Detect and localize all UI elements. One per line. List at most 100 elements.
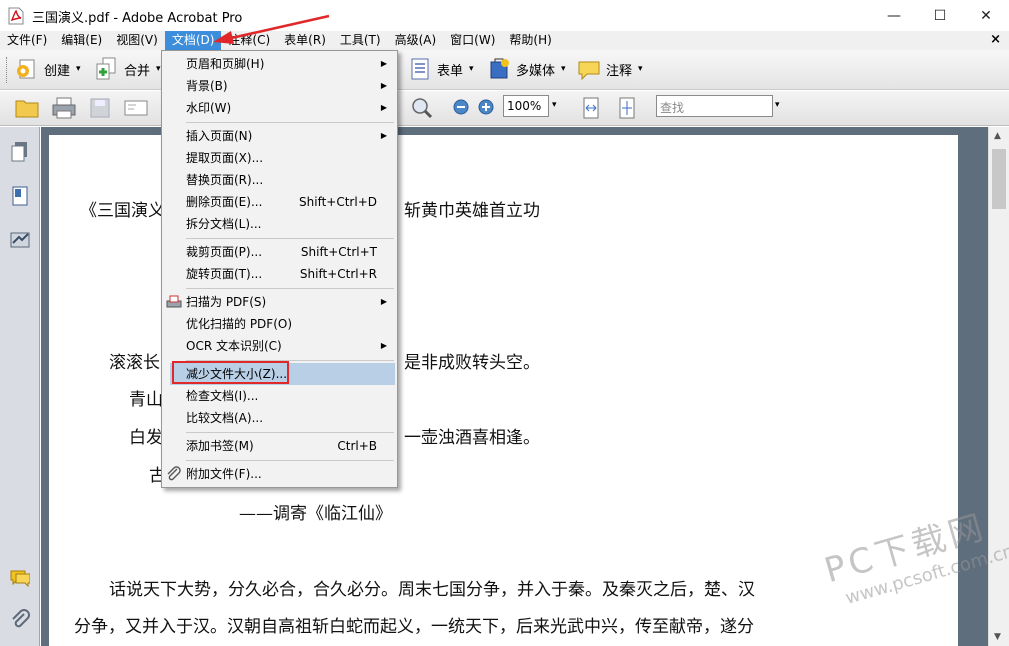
chevron-down-icon: ▾ (638, 64, 643, 74)
multimedia-button[interactable]: 多媒体 ▾ (486, 56, 566, 82)
print-icon[interactable] (51, 96, 77, 120)
chevron-down-icon: ▾ (156, 64, 161, 74)
menu-separator (186, 460, 394, 461)
menu-item-crop-pages[interactable]: 裁剪页面(P)... Shift+Ctrl+T (162, 241, 397, 263)
chevron-down-icon: ▾ (76, 64, 81, 74)
menu-item-insert-pages[interactable]: 插入页面(N) ▶ (162, 125, 397, 147)
save-icon[interactable] (89, 97, 111, 119)
fit-page-icon[interactable] (616, 96, 638, 120)
doc-text-line: 分争，又并入于汉。汉朝自高祖斩白蛇而起义，一统天下，后来光武中兴，传至献帝，遂分 (74, 617, 754, 637)
submenu-arrow-icon: ▶ (380, 59, 387, 68)
menu-item-scan-to-pdf[interactable]: 扫描为 PDF(S) ▶ (162, 291, 397, 313)
menu-separator (186, 432, 394, 433)
create-pdf-icon (17, 59, 35, 79)
menu-item-compare-documents[interactable]: 比较文档(A)... (162, 407, 397, 429)
multimedia-icon (490, 58, 509, 79)
menu-edit[interactable]: 编辑(E) (54, 31, 109, 50)
find-dropdown-icon[interactable]: ▾ (775, 100, 780, 110)
zoom-level-input[interactable]: 100% (503, 95, 549, 117)
menu-separator (186, 122, 394, 123)
doc-text-line: ——调寄《临江仙》 (239, 504, 392, 524)
doc-text-line: 白发 (129, 428, 163, 448)
menu-item-watermark[interactable]: 水印(W) ▶ (162, 97, 397, 119)
paperclip-icon (167, 466, 181, 481)
document-menu-dropdown: 页眉和页脚(H) ▶ 背景(B) ▶ 水印(W) ▶ 插入页面(N) ▶ 提取页面(X)… (161, 50, 398, 488)
file-toolbar: 100% ▾ 查找 ▾ (0, 91, 1009, 126)
doc-text-line: 是非成败转头空。 (404, 353, 540, 373)
scanner-icon (166, 295, 182, 308)
submenu-arrow-icon: ▶ (380, 341, 387, 350)
zoom-tool-icon[interactable] (410, 96, 434, 120)
menu-view[interactable]: 视图(V) (109, 31, 165, 50)
zoom-out-icon[interactable] (453, 99, 469, 115)
minimize-button[interactable]: — (871, 0, 917, 31)
pdf-file-icon (8, 7, 24, 25)
open-folder-icon[interactable] (15, 97, 41, 119)
annotation-arrow (213, 14, 330, 44)
task-toolbar: 创建 ▾ 合并 ▾ 表单 ▾ 多媒体 ▾ 注释 ▾ (0, 50, 1009, 90)
menu-item-examine-document[interactable]: 检查文档(I)... (162, 385, 397, 407)
doc-text-line: 斩黄巾英雄首立功 (404, 201, 540, 221)
chevron-down-icon: ▾ (469, 64, 474, 74)
create-button[interactable]: 创建 ▾ (14, 56, 81, 82)
doc-text-line: 一壶浊酒喜相逢。 (404, 428, 540, 448)
zoom-dropdown-icon[interactable]: ▾ (552, 100, 557, 110)
email-icon[interactable] (123, 98, 149, 118)
submenu-arrow-icon: ▶ (380, 131, 387, 140)
menu-item-optimize-scanned-pdf[interactable]: 优化扫描的 PDF(O) (162, 313, 397, 335)
menu-item-rotate-pages[interactable]: 旋转页面(T)... Shift+Ctrl+R (162, 263, 397, 285)
comment-icon (578, 61, 600, 81)
fit-width-icon[interactable] (580, 96, 602, 120)
chevron-down-icon: ▾ (561, 64, 566, 74)
menu-separator (186, 288, 394, 289)
toolbar-grip[interactable] (6, 57, 9, 83)
menu-item-background[interactable]: 背景(B) ▶ (162, 75, 397, 97)
create-label: 创建 (44, 63, 71, 79)
scroll-down-icon[interactable]: ▼ (994, 632, 1001, 642)
forms-icon (411, 58, 429, 80)
menu-separator (186, 238, 394, 239)
menu-window[interactable]: 窗口(W) (443, 31, 502, 50)
forms-button[interactable]: 表单 ▾ (407, 56, 474, 82)
attachments-icon[interactable] (10, 609, 30, 631)
doc-text-line: 青山 (129, 390, 163, 410)
comment-label: 注释 (606, 63, 633, 79)
menu-item-replace-pages[interactable]: 替换页面(R)... (162, 169, 397, 191)
menu-item-extract-pages[interactable]: 提取页面(X)... (162, 147, 397, 169)
combine-button[interactable]: 合并 ▾ (94, 56, 161, 82)
zoom-in-icon[interactable] (478, 99, 494, 115)
combine-label: 合并 (124, 63, 151, 79)
pages-icon[interactable] (10, 141, 30, 163)
shortcut-text: Shift+Ctrl+R (299, 267, 377, 281)
comment-button[interactable]: 注释 ▾ (576, 56, 643, 82)
menu-file[interactable]: 文件(F) (0, 31, 54, 50)
comments-pane-icon[interactable] (10, 567, 30, 589)
menu-help[interactable]: 帮助(H) (502, 31, 558, 50)
menu-item-add-bookmark[interactable]: 添加书签(M) Ctrl+B (162, 435, 397, 457)
menu-item-attach-file[interactable]: 附加文件(F)... (162, 463, 397, 485)
find-input[interactable]: 查找 (656, 95, 773, 117)
doc-text-line: 话说天下大势，分久必合，合久必分。周末七国分争，并入于秦。及秦灭之后，楚、汉 (109, 580, 755, 600)
forms-label: 表单 (437, 63, 464, 79)
title-bar: 三国演义.pdf - Adobe Acrobat Pro — ☐ ✕ (0, 0, 1009, 31)
signatures-icon[interactable] (10, 229, 30, 251)
navigation-pane (0, 127, 40, 646)
scroll-up-icon[interactable]: ▲ (994, 131, 1001, 141)
menu-item-delete-pages[interactable]: 删除页面(E)... Shift+Ctrl+D (162, 191, 397, 213)
menu-advanced[interactable]: 高级(A) (388, 31, 444, 50)
menu-item-ocr[interactable]: OCR 文本识别(C) ▶ (162, 335, 397, 357)
close-document-button[interactable]: × (990, 32, 1001, 47)
menu-tools[interactable]: 工具(T) (333, 31, 388, 50)
multimedia-label: 多媒体 (516, 63, 556, 79)
maximize-button[interactable]: ☐ (917, 0, 963, 31)
doc-text-line: 滚滚长 (109, 353, 160, 373)
menu-item-header-footer[interactable]: 页眉和页脚(H) ▶ (162, 53, 397, 75)
scroll-thumb[interactable] (992, 149, 1006, 209)
submenu-arrow-icon: ▶ (380, 81, 387, 90)
highlight-annotation-box (172, 361, 289, 384)
shortcut-text: Shift+Ctrl+D (299, 195, 377, 209)
menu-item-split-document[interactable]: 拆分文档(L)... (162, 213, 397, 235)
bookmarks-icon[interactable] (10, 185, 30, 207)
close-button[interactable]: ✕ (963, 0, 1009, 31)
shortcut-text: Shift+Ctrl+T (300, 245, 377, 259)
